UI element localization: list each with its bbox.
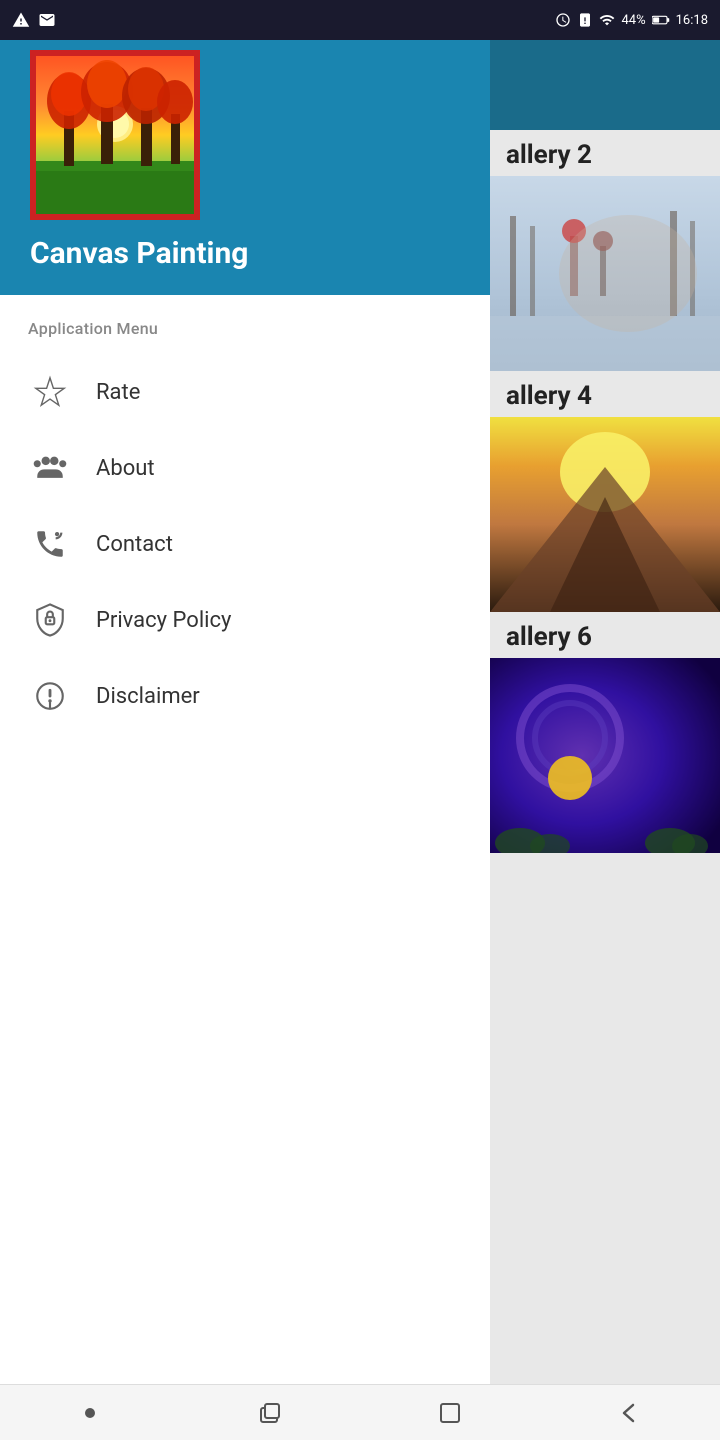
recent-apps-button[interactable]	[240, 1393, 300, 1433]
menu-item-about[interactable]: About	[0, 430, 490, 506]
list-item[interactable]: allery 6	[490, 612, 720, 853]
signal-icon	[599, 12, 615, 28]
menu-item-privacy[interactable]: Privacy Policy	[0, 582, 490, 658]
home-button[interactable]	[420, 1393, 480, 1433]
warning-icon	[12, 11, 30, 29]
logo-scene	[36, 56, 194, 214]
app-logo	[30, 50, 200, 220]
list-item[interactable]: allery 2	[490, 130, 720, 371]
battery-percent: 44%	[621, 13, 645, 28]
disclaimer-icon	[28, 674, 72, 718]
menu-dot-button[interactable]	[60, 1393, 120, 1433]
status-bar: 44% 16:18	[0, 0, 720, 40]
notification-icon	[38, 11, 56, 29]
contact-icon	[28, 522, 72, 566]
gallery-title: allery 4	[490, 371, 720, 417]
gallery-title: allery 6	[490, 612, 720, 658]
dot-icon	[85, 1408, 95, 1418]
recent-apps-icon	[257, 1400, 283, 1426]
bottom-navigation	[0, 1384, 720, 1440]
gallery-header-bg	[490, 40, 720, 130]
status-bar-left	[12, 11, 56, 29]
section-label: Application Menu	[0, 311, 490, 354]
clock: 16:18	[676, 13, 708, 28]
gallery-image-2	[490, 176, 720, 371]
rate-icon	[28, 370, 72, 414]
menu-item-rate[interactable]: Rate	[0, 354, 490, 430]
status-bar-right: 44% 16:18	[555, 12, 708, 28]
gallery-panel: allery 2	[490, 40, 720, 1384]
contact-label: Contact	[96, 532, 173, 557]
menu-item-disclaimer[interactable]: Disclaimer	[0, 658, 490, 734]
app-name: Canvas Painting	[30, 236, 248, 271]
gallery-image-6	[490, 658, 720, 853]
privacy-icon	[28, 598, 72, 642]
rate-label: Rate	[96, 380, 140, 405]
drawer-header: Canvas Painting	[0, 0, 490, 295]
back-icon	[617, 1400, 643, 1426]
home-icon	[437, 1400, 463, 1426]
sim-icon	[577, 12, 593, 28]
gallery-title: allery 2	[490, 130, 720, 176]
back-button[interactable]	[600, 1393, 660, 1433]
menu-item-contact[interactable]: Contact	[0, 506, 490, 582]
about-label: About	[96, 456, 155, 481]
privacy-label: Privacy Policy	[96, 608, 231, 633]
drawer-body: Application Menu Rate	[0, 295, 490, 1440]
battery-icon	[652, 14, 670, 26]
disclaimer-label: Disclaimer	[96, 684, 200, 709]
about-icon	[28, 446, 72, 490]
navigation-drawer: Canvas Painting Application Menu Rate	[0, 0, 490, 1440]
gallery-image-4	[490, 417, 720, 612]
list-item[interactable]: allery 4	[490, 371, 720, 612]
alarm-icon	[555, 12, 571, 28]
